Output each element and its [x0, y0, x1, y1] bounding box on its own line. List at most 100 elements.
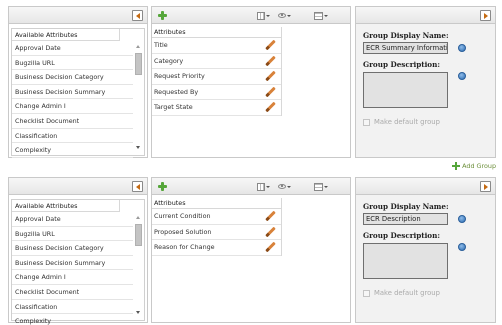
selected-attributes-panel: Attributes Title Category Request Priori… — [151, 6, 351, 158]
pencil-icon[interactable] — [265, 40, 276, 51]
table-row[interactable]: Proposed Solution — [152, 225, 281, 240]
table-row[interactable]: Category — [152, 54, 281, 69]
plus-icon[interactable] — [158, 182, 167, 191]
eye-icon — [278, 184, 286, 189]
table-row[interactable]: Reason for Change — [152, 240, 281, 256]
plus-icon — [452, 162, 461, 170]
list-item[interactable]: Approval Date — [12, 41, 133, 56]
scrollbar[interactable] — [134, 213, 143, 319]
columns-button[interactable] — [257, 11, 270, 20]
attribute-name: Requested By — [154, 87, 199, 96]
make-default-label: Make default group — [374, 289, 440, 297]
pencil-icon[interactable] — [265, 56, 276, 67]
columns-icon — [257, 11, 265, 20]
table-row[interactable]: Requested By — [152, 85, 281, 100]
view-button[interactable] — [278, 11, 291, 20]
list-item[interactable]: Business Decision Category — [12, 241, 133, 256]
panel-header — [356, 178, 495, 195]
list-item[interactable]: Checklist Document — [12, 285, 133, 300]
pencil-icon[interactable] — [265, 211, 276, 222]
list-item[interactable]: Classification — [12, 129, 133, 144]
table-header: Attributes — [152, 27, 281, 38]
pencil-icon[interactable] — [265, 242, 276, 253]
columns-icon — [257, 182, 265, 191]
group-description-field[interactable] — [363, 72, 448, 108]
table-row[interactable]: Request Priority — [152, 69, 281, 85]
list-item[interactable]: Business Decision Summary — [12, 85, 133, 100]
grid-button[interactable] — [314, 11, 328, 20]
list-item[interactable]: Bugzilla URL — [12, 56, 133, 71]
list-item[interactable]: Change Admin I — [12, 99, 133, 114]
list-item[interactable]: Change Admin I — [12, 270, 133, 285]
make-default-checkbox[interactable] — [363, 119, 370, 126]
scroll-thumb[interactable] — [135, 224, 142, 246]
scroll-down-icon[interactable] — [136, 146, 140, 149]
scrollbar[interactable] — [134, 42, 143, 154]
make-default-label: Make default group — [374, 118, 440, 126]
list-item[interactable]: Complexity — [12, 314, 133, 325]
attribute-group-1: Available Attributes Approval Date Bugzi… — [0, 0, 502, 170]
columns-button[interactable] — [257, 182, 270, 191]
pencil-icon[interactable] — [265, 71, 276, 82]
eye-icon — [278, 13, 286, 18]
selected-attributes-panel: Attributes Current Condition Proposed So… — [151, 177, 351, 323]
list-item[interactable]: Classification — [12, 300, 133, 315]
expand-right-icon[interactable] — [480, 181, 491, 192]
add-group-button[interactable]: Add Group — [452, 162, 496, 170]
attribute-name: Request Priority — [154, 72, 205, 80]
view-button[interactable] — [278, 182, 291, 191]
collapse-left-icon[interactable] — [132, 10, 143, 21]
chevron-down-icon — [287, 185, 291, 188]
available-attributes-panel: Available Attributes Approval Date Bugzi… — [8, 177, 148, 325]
table-row[interactable]: Target State — [152, 100, 281, 116]
grid-button[interactable] — [314, 182, 328, 191]
group-display-name-field[interactable]: ECR Description — [363, 213, 448, 225]
list-item[interactable]: Complexity — [12, 143, 133, 158]
grid-icon — [314, 182, 323, 191]
scroll-up-icon[interactable] — [136, 216, 140, 219]
attribute-name: Title — [154, 41, 168, 49]
list-header: Available Attributes — [12, 200, 120, 212]
attribute-group-2: Available Attributes Approval Date Bugzi… — [0, 171, 502, 325]
list-item[interactable]: Business Decision Category — [12, 70, 133, 85]
list-item[interactable]: Bugzilla URL — [12, 227, 133, 242]
table-header: Attributes — [152, 198, 281, 209]
chevron-down-icon — [324, 14, 328, 17]
pencil-icon[interactable] — [265, 227, 276, 238]
attribute-name: Proposed Solution — [154, 227, 212, 236]
table-row[interactable]: Current Condition — [152, 209, 281, 225]
panel-toolbar — [152, 7, 350, 24]
pencil-icon[interactable] — [265, 87, 276, 98]
group-display-name-field[interactable]: ECR Summary Informatio — [363, 42, 448, 54]
panel-header — [9, 178, 147, 195]
table-row[interactable]: Title — [152, 38, 281, 54]
group-description-label: Group Description: — [363, 60, 440, 69]
scroll-thumb[interactable] — [135, 53, 142, 75]
chevron-down-icon — [266, 185, 270, 188]
list-item[interactable]: Business Decision Summary — [12, 256, 133, 271]
make-default-checkbox[interactable] — [363, 290, 370, 297]
pencil-icon[interactable] — [265, 102, 276, 113]
group-description-field[interactable] — [363, 243, 448, 279]
plus-icon[interactable] — [158, 11, 167, 20]
collapse-left-icon[interactable] — [132, 181, 143, 192]
chevron-down-icon — [266, 14, 270, 17]
available-attributes-list[interactable]: Available Attributes Approval Date Bugzi… — [11, 28, 145, 158]
scroll-up-icon[interactable] — [136, 45, 140, 48]
info-icon[interactable] — [458, 215, 466, 223]
list-item[interactable]: Checklist Document — [12, 114, 133, 129]
group-settings-panel: Group Display Name: ECR Description Grou… — [355, 177, 496, 323]
info-icon[interactable] — [458, 44, 466, 52]
scroll-down-icon[interactable] — [136, 311, 140, 314]
selected-attributes-table: Attributes Current Condition Proposed So… — [152, 198, 282, 256]
add-group-label: Add Group — [462, 162, 496, 170]
info-icon[interactable] — [458, 72, 466, 80]
expand-right-icon[interactable] — [480, 10, 491, 21]
panel-toolbar — [152, 178, 350, 195]
available-attributes-list[interactable]: Available Attributes Approval Date Bugzi… — [11, 199, 145, 325]
list-item[interactable]: Approval Date — [12, 212, 133, 227]
available-attributes-panel: Available Attributes Approval Date Bugzi… — [8, 6, 148, 158]
info-icon[interactable] — [458, 243, 466, 251]
attribute-name: Current Condition — [154, 212, 211, 220]
grid-icon — [314, 11, 323, 20]
